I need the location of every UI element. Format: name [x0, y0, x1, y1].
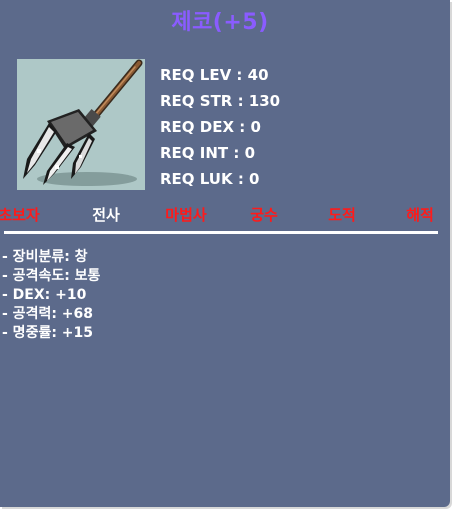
stat-dex: - DEX: +10 — [2, 287, 87, 303]
req-dex: REQ DEX : 0 — [160, 118, 261, 136]
stat-category: - 장비분류: 창 — [2, 249, 88, 265]
item-icon-frame — [17, 59, 145, 190]
req-str: REQ STR : 130 — [160, 92, 281, 110]
trident-spear-icon — [23, 59, 143, 186]
item-stats-list: - 장비분류: 창 - 공격속도: 보통 - DEX: +10 - 공격력: +… — [2, 248, 100, 343]
requirements-list: REQ LEV : 40 REQ STR : 130 REQ DEX : 0 R… — [160, 62, 280, 192]
section-divider — [4, 231, 438, 234]
req-level: REQ LEV : 40 — [160, 66, 269, 84]
job-magician: 마법사 — [165, 206, 207, 224]
job-warrior: 전사 — [92, 206, 120, 224]
req-luk: REQ LUK : 0 — [160, 170, 260, 188]
stat-attack-speed: - 공격속도: 보통 — [2, 268, 101, 284]
job-beginner: 초보자 — [0, 206, 40, 224]
job-pirate: 해적 — [406, 206, 434, 224]
job-thief: 도적 — [328, 206, 356, 224]
stat-accuracy: - 명중률: +15 — [2, 325, 94, 341]
req-int: REQ INT : 0 — [160, 144, 256, 162]
stat-attack: - 공격력: +68 — [2, 306, 94, 322]
job-archer: 궁수 — [250, 206, 278, 224]
job-class-row: 초보자 전사 마법사 궁수 도적 해적 — [0, 204, 450, 226]
item-tooltip: 제코(+5) REQ LEV : 40 REQ STR: 130 REQ DE… — [0, 0, 450, 507]
item-name: 제코(+5) — [171, 10, 269, 35]
